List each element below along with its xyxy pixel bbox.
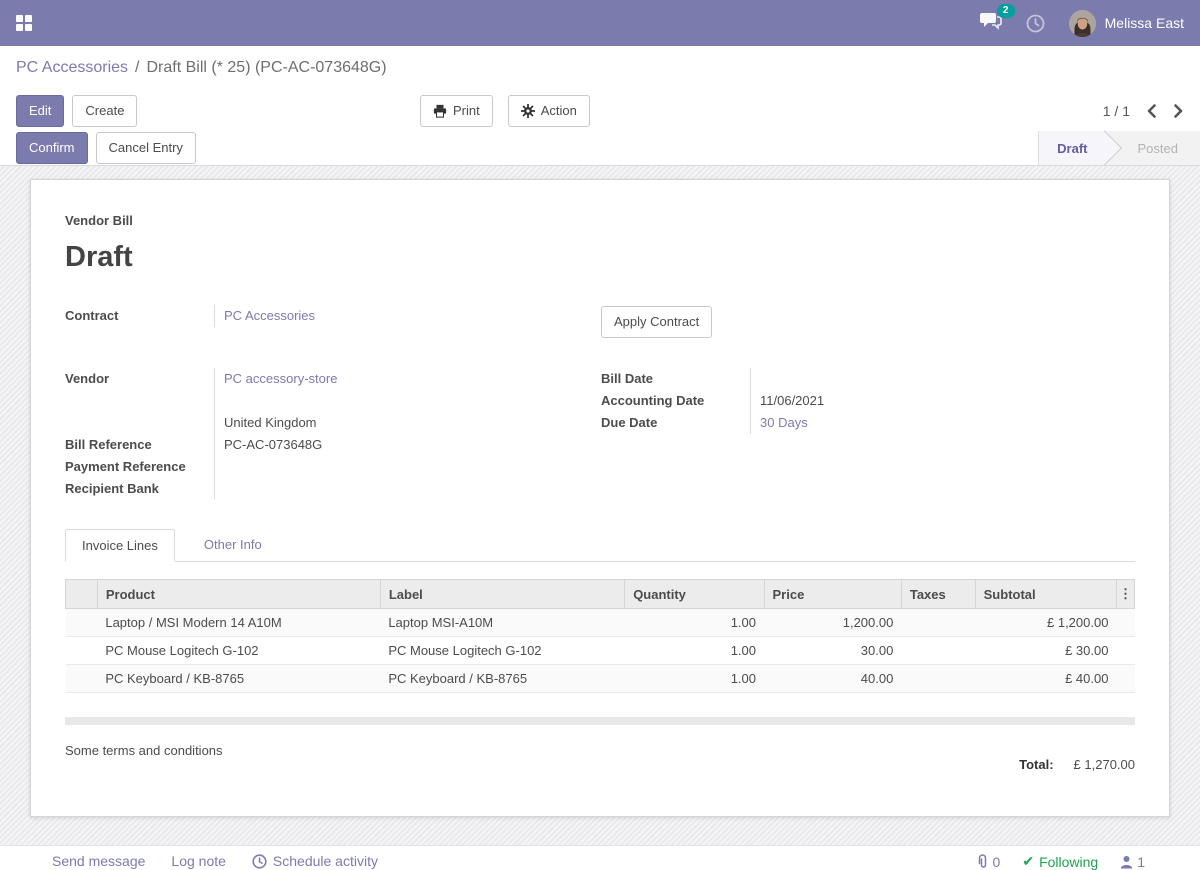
pager-previous-icon[interactable] <box>1146 104 1157 118</box>
print-button[interactable]: Print <box>420 95 493 127</box>
gear-icon <box>521 104 535 118</box>
apps-menu-icon[interactable] <box>16 15 32 31</box>
user-name: Melissa East <box>1105 15 1184 31</box>
contract-label: Contract <box>65 305 214 327</box>
document-type-label: Vendor Bill <box>65 213 1135 228</box>
bill-state-title: Draft <box>65 241 1135 274</box>
breadcrumb: PC Accessories / Draft Bill (* 25) (PC-A… <box>0 46 1200 90</box>
column-header-product[interactable]: Product <box>97 580 380 609</box>
tab-invoice-lines[interactable]: Invoice Lines <box>65 529 175 562</box>
total-label: Total: <box>1019 757 1053 772</box>
row-handle <box>66 609 98 637</box>
bill-reference-label: Bill Reference <box>65 434 214 456</box>
column-header-quantity[interactable]: Quantity <box>625 580 764 609</box>
column-header-subtotal[interactable]: Subtotal <box>975 580 1116 609</box>
row-handle <box>66 665 98 693</box>
notebook-tabs: Invoice Lines Other Info <box>65 529 1135 562</box>
recipient-bank-label: Recipient Bank <box>65 478 214 500</box>
vendor-country: United Kingdom <box>214 412 601 434</box>
handle-column-header <box>66 580 98 609</box>
column-header-label[interactable]: Label <box>380 580 624 609</box>
breadcrumb-parent-link[interactable]: PC Accessories <box>16 59 128 77</box>
check-icon: ✔ <box>1022 853 1034 870</box>
action-button[interactable]: Action <box>508 95 590 127</box>
due-date-value-link[interactable]: 30 Days <box>760 415 808 430</box>
invoice-lines-table: Product Label Quantity Price Taxes Subto… <box>65 579 1135 693</box>
breadcrumb-current: Draft Bill (* 25) (PC-AC-073648G) <box>147 59 387 77</box>
status-draft[interactable]: Draft <box>1038 131 1107 165</box>
bill-date-value[interactable] <box>750 368 1137 390</box>
control-panel: Edit Create Print <box>0 90 1200 131</box>
column-header-taxes[interactable]: Taxes <box>901 580 975 609</box>
printer-icon <box>433 104 447 118</box>
person-icon <box>1120 855 1133 869</box>
total-value: £ 1,270.00 <box>1074 757 1135 772</box>
clock-icon <box>252 854 267 869</box>
confirm-button[interactable]: Confirm <box>16 132 88 164</box>
table-row[interactable]: PC Mouse Logitech G-102 PC Mouse Logitec… <box>66 637 1135 665</box>
top-navbar: 2 Melissa East <box>0 0 1200 46</box>
breadcrumb-separator: / <box>135 59 139 77</box>
table-row[interactable]: Laptop / MSI Modern 14 A10M Laptop MSI-A… <box>66 609 1135 637</box>
messages-button[interactable]: 2 <box>980 12 1002 35</box>
messages-count-badge: 2 <box>997 4 1015 18</box>
apply-contract-button[interactable]: Apply Contract <box>601 306 712 338</box>
due-date-label: Due Date <box>601 412 750 434</box>
payment-reference-label: Payment Reference <box>65 456 214 478</box>
create-button[interactable]: Create <box>72 95 137 127</box>
accounting-date-value[interactable]: 11/06/2021 <box>750 390 1137 412</box>
user-menu[interactable]: Melissa East <box>1069 10 1184 37</box>
table-header-row: Product Label Quantity Price Taxes Subto… <box>66 580 1135 609</box>
recipient-bank-value[interactable] <box>214 478 601 500</box>
user-avatar <box>1069 10 1096 37</box>
vendor-label: Vendor <box>65 368 214 390</box>
row-handle <box>66 637 98 665</box>
terms-and-conditions[interactable]: Some terms and conditions <box>65 743 223 758</box>
tab-other-info[interactable]: Other Info <box>188 529 278 561</box>
accounting-date-label: Accounting Date <box>601 390 750 412</box>
bill-reference-value[interactable]: PC-AC-073648G <box>214 434 601 456</box>
table-footer-bar <box>65 717 1135 725</box>
vendor-value-link[interactable]: PC accessory-store <box>224 371 337 386</box>
bill-sheet: Vendor Bill Draft Contract PC Accessorie… <box>30 179 1170 817</box>
bill-date-label: Bill Date <box>601 368 750 390</box>
following-button[interactable]: ✔ Following <box>1022 853 1098 870</box>
column-header-price[interactable]: Price <box>764 580 901 609</box>
form-view-background: Vendor Bill Draft Contract PC Accessorie… <box>0 166 1200 845</box>
optional-columns-icon[interactable]: ⋮ <box>1116 580 1134 609</box>
contract-value-link[interactable]: PC Accessories <box>224 308 315 323</box>
attachments-button[interactable]: 0 <box>976 854 1001 870</box>
followers-button[interactable]: 1 <box>1120 854 1145 870</box>
pager-counter: 1 / 1 <box>1103 103 1130 119</box>
payment-reference-value[interactable] <box>214 456 601 478</box>
pager-next-icon[interactable] <box>1173 104 1184 118</box>
cancel-entry-button[interactable]: Cancel Entry <box>96 132 196 164</box>
edit-button[interactable]: Edit <box>16 95 64 127</box>
table-row[interactable]: PC Keyboard / KB-8765 PC Keyboard / KB-8… <box>66 665 1135 693</box>
activities-clock-icon[interactable] <box>1026 14 1045 33</box>
chatter-bar: Send message Log note Schedule activity … <box>0 845 1200 869</box>
form-statusbar: Confirm Cancel Entry Draft Posted <box>0 131 1200 166</box>
